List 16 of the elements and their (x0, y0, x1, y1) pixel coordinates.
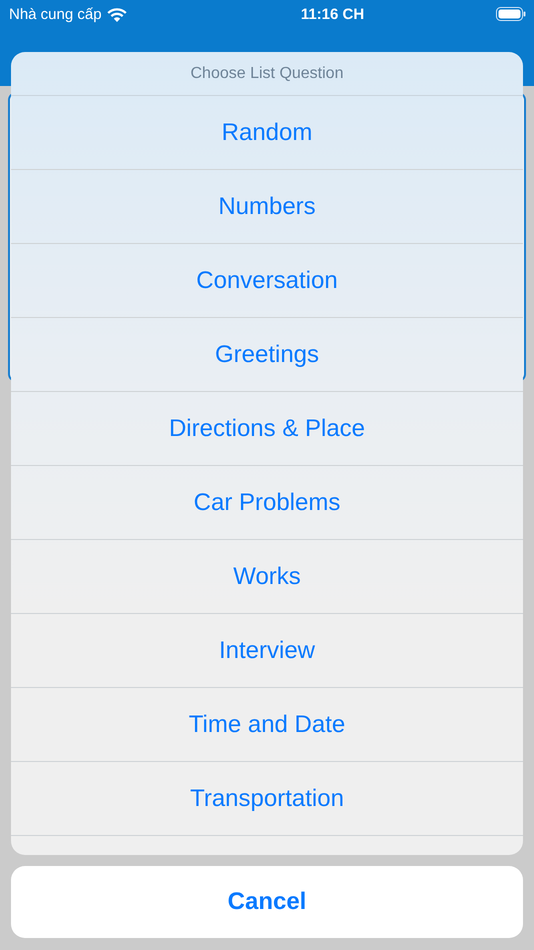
carrier-name: Nhà cung cấp (9, 6, 102, 22)
option-button[interactable]: Works (11, 540, 523, 614)
cancel-button[interactable]: Cancel (11, 866, 523, 938)
option-button[interactable]: Transportation (11, 762, 523, 836)
option-button[interactable]: Random (11, 96, 523, 170)
sheet-title: Choose List Question (11, 52, 523, 96)
wifi-icon (106, 6, 127, 22)
option-button[interactable]: Greetings (11, 318, 523, 392)
battery-icon (496, 7, 526, 21)
option-button[interactable]: Interview (11, 614, 523, 688)
clock-time: 11:16 CH (300, 6, 364, 22)
option-button[interactable]: Numbers (11, 170, 523, 244)
option-button[interactable]: Conversation (11, 244, 523, 318)
option-button[interactable]: Time and Date (11, 688, 523, 762)
option-button[interactable]: Car Problems (11, 466, 523, 540)
option-button[interactable]: Directions & Place (11, 392, 523, 466)
